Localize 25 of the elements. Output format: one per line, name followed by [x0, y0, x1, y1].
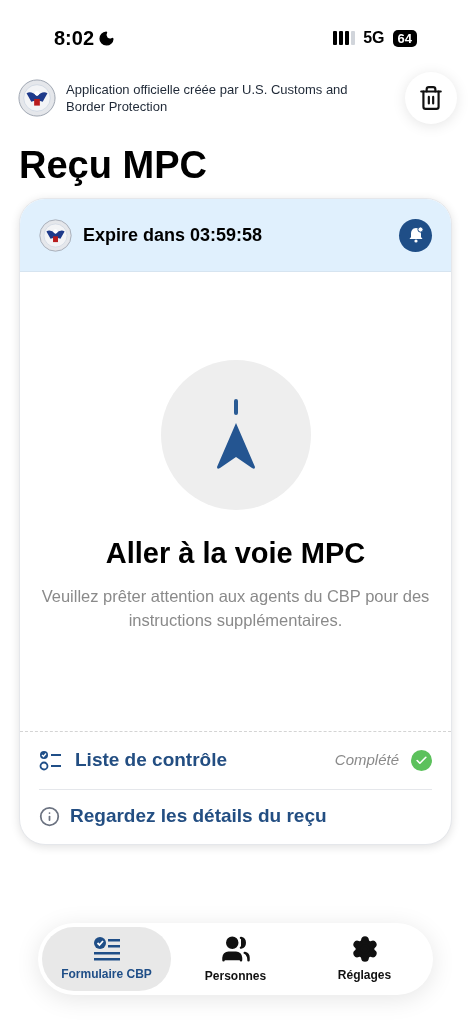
checklist-icon: [39, 749, 63, 772]
receipt-details-link[interactable]: Regardez les détails du reçu: [39, 790, 432, 844]
trash-icon: [418, 85, 444, 111]
info-icon: [39, 805, 60, 827]
expiry-countdown: Expire dans 03:59:58: [83, 223, 263, 247]
battery-indicator: 64: [392, 29, 417, 47]
agency-seal-icon: [39, 218, 72, 252]
lane-instruction: Aller à la voie MPC: [105, 536, 366, 571]
official-app-notice: Application officielle créée par U.S. Customs and Border Protection: [66, 81, 349, 115]
moon-icon: [98, 29, 116, 47]
delete-button[interactable]: [405, 72, 457, 124]
tab[interactable]: Formulaire CBP: [42, 927, 171, 991]
checklist-row[interactable]: Liste de contrôle Complété: [39, 732, 432, 790]
agency-seal-icon: [18, 79, 56, 117]
network-label: 5G: [363, 28, 385, 48]
instruction-message: Veuillez prêter attention aux agents du CBP pour des instructions supplémentaires.: [40, 585, 431, 631]
tab[interactable]: Réglages: [300, 927, 429, 991]
checklist-icon: [92, 935, 121, 962]
status-time: 8:02: [54, 26, 95, 51]
page-title: Reçu MPC: [18, 143, 208, 188]
checklist-status: Complété: [334, 750, 399, 771]
tab[interactable]: Personnes: [171, 927, 300, 991]
signal-icon: [333, 31, 356, 45]
notification-button[interactable]: [399, 218, 432, 252]
navigation-arrow-icon: [214, 399, 257, 471]
